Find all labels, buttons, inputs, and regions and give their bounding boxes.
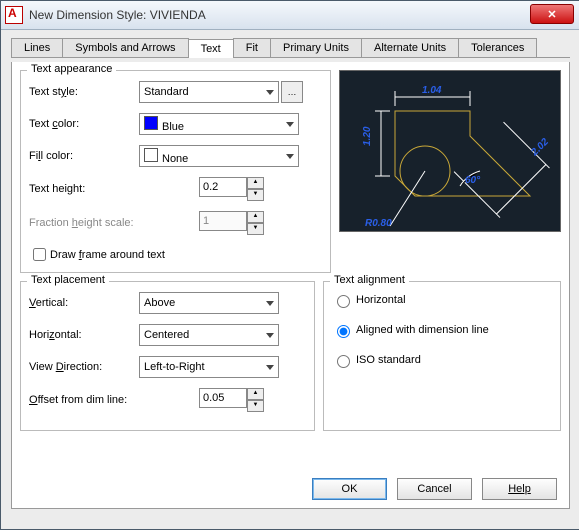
spin-up-icon[interactable]: ▲ — [247, 388, 264, 400]
spin-down-icon[interactable]: ▼ — [247, 189, 264, 201]
help-button[interactable]: Help — [482, 478, 557, 500]
spin-up-icon: ▲ — [247, 211, 264, 223]
tab-symbols[interactable]: Symbols and Arrows — [62, 38, 188, 57]
fill-color-select[interactable]: None — [139, 145, 299, 167]
color-swatch-none — [144, 148, 158, 162]
ok-button[interactable]: OK — [312, 478, 387, 500]
tab-tolerances[interactable]: Tolerances — [458, 38, 537, 57]
alignment-iso-radio[interactable] — [337, 355, 350, 368]
chevron-down-icon — [266, 301, 274, 306]
fraction-scale-label: Fraction height scale: — [29, 217, 199, 229]
text-height-label: Text height: — [29, 183, 199, 195]
offset-label: Offset from dim line: — [29, 394, 199, 406]
dimension-preview: 1.04 1.20 2.02 R0.80 60° — [339, 70, 561, 232]
color-swatch-blue — [144, 116, 158, 130]
chevron-down-icon — [266, 365, 274, 370]
tab-alternate[interactable]: Alternate Units — [361, 38, 459, 57]
cancel-button[interactable]: Cancel — [397, 478, 472, 500]
svg-text:2.02: 2.02 — [529, 136, 552, 159]
fraction-scale-spinner: ▲▼ — [199, 211, 259, 235]
text-color-select[interactable]: Blue — [139, 113, 299, 135]
app-icon — [5, 6, 23, 24]
alignment-aligned-label: Aligned with dimension line — [356, 324, 489, 336]
alignment-aligned-radio[interactable] — [337, 325, 350, 338]
tab-primary[interactable]: Primary Units — [270, 38, 362, 57]
text-placement-group: Text placement Vertical: Above Horizonta… — [20, 281, 315, 431]
group-label-placement: Text placement — [27, 274, 109, 286]
spin-down-icon[interactable]: ▼ — [247, 400, 264, 412]
chevron-down-icon — [266, 90, 274, 95]
vertical-select[interactable]: Above — [139, 292, 279, 314]
text-style-browse-button[interactable]: … — [281, 81, 303, 103]
chevron-down-icon — [266, 333, 274, 338]
view-direction-label: View Direction: — [29, 361, 139, 373]
tab-strip: Lines Symbols and Arrows Text Fit Primar… — [11, 38, 570, 58]
text-appearance-group: Text appearance Text style: Standard … T… — [20, 70, 331, 273]
spin-down-icon: ▼ — [247, 223, 264, 235]
text-style-select[interactable]: Standard — [139, 81, 279, 103]
svg-text:60°: 60° — [465, 175, 481, 186]
window-title: New Dimension Style: VIVIENDA — [29, 8, 206, 22]
tab-lines[interactable]: Lines — [11, 38, 63, 57]
text-color-label: Text color: — [29, 118, 139, 130]
chevron-down-icon — [286, 154, 294, 159]
offset-input[interactable] — [199, 388, 247, 408]
fill-color-label: Fill color: — [29, 150, 139, 162]
horizontal-label: Horizontal: — [29, 329, 139, 341]
draw-frame-label: Draw frame around text — [50, 249, 165, 261]
spin-up-icon[interactable]: ▲ — [247, 177, 264, 189]
group-label-alignment: Text alignment — [330, 274, 409, 286]
vertical-label: Vertical: — [29, 297, 139, 309]
close-button[interactable]: ✕ — [530, 4, 574, 24]
horizontal-select[interactable]: Centered — [139, 324, 279, 346]
tab-fit[interactable]: Fit — [233, 38, 271, 57]
svg-text:R0.80: R0.80 — [365, 218, 392, 229]
chevron-down-icon — [286, 122, 294, 127]
group-label-appearance: Text appearance — [27, 63, 116, 75]
alignment-horizontal-radio[interactable] — [337, 295, 350, 308]
fraction-scale-input — [199, 211, 247, 231]
text-height-input[interactable] — [199, 177, 247, 197]
offset-spinner[interactable]: ▲▼ — [199, 388, 259, 412]
svg-text:1.20: 1.20 — [362, 126, 373, 146]
alignment-horizontal-label: Horizontal — [356, 294, 406, 306]
draw-frame-checkbox[interactable] — [33, 248, 46, 261]
alignment-iso-label: ISO standard — [356, 354, 421, 366]
title-bar: New Dimension Style: VIVIENDA ✕ — [1, 1, 579, 30]
text-alignment-group: Text alignment Horizontal Aligned with d… — [323, 281, 561, 431]
view-direction-select[interactable]: Left-to-Right — [139, 356, 279, 378]
text-height-spinner[interactable]: ▲▼ — [199, 177, 259, 201]
svg-text:1.04: 1.04 — [422, 85, 442, 96]
tab-text[interactable]: Text — [188, 39, 234, 58]
text-style-label: Text style: — [29, 86, 139, 98]
